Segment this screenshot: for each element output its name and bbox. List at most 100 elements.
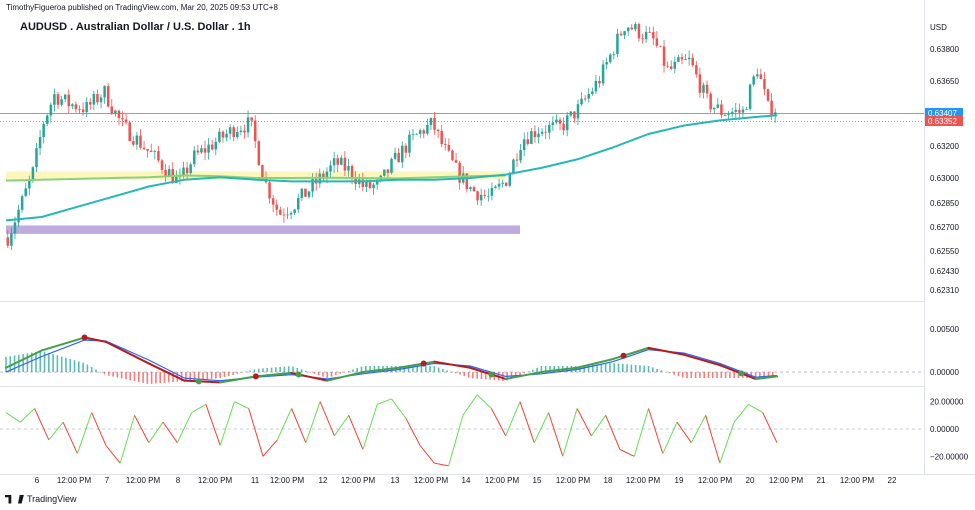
candle <box>268 180 271 204</box>
macd-histogram-bar <box>660 370 663 373</box>
chart-title: AUDUSD . Australian Dollar / U.S. Dollar… <box>20 21 251 33</box>
candle-body <box>501 182 504 184</box>
candle-body <box>307 191 311 197</box>
macd-histogram-bar <box>125 372 127 380</box>
candle <box>85 97 88 118</box>
macd-histogram-bar <box>309 372 311 373</box>
candle-body <box>304 188 307 197</box>
candle-body <box>214 141 218 150</box>
candle <box>422 128 426 139</box>
macd-histogram-bar <box>52 354 54 373</box>
candle <box>451 149 454 162</box>
candle <box>741 106 745 118</box>
macd-histogram-bar <box>519 372 521 376</box>
candle-body <box>759 74 763 80</box>
candle <box>497 178 501 190</box>
price-tick-label: 0.62700 <box>930 223 959 232</box>
candle-body <box>519 150 522 161</box>
currency-label: USD <box>930 23 947 32</box>
macd-histogram-bar <box>502 372 504 381</box>
candle <box>544 125 547 140</box>
trading-chart[interactable]: 0.638000.636500.635000.632000.630000.628… <box>0 0 975 510</box>
macd-cross-dot <box>295 371 302 378</box>
candle <box>397 148 400 163</box>
oscillator-segment <box>276 408 293 441</box>
macd-histogram-bar <box>335 372 337 376</box>
candle <box>551 116 555 131</box>
candle <box>501 179 504 188</box>
candle-body <box>418 130 422 134</box>
candle <box>42 121 45 144</box>
time-tick-label: 12:00 PM <box>485 476 520 485</box>
oscillator-segment <box>548 412 564 457</box>
macd-histogram-bar <box>262 368 264 373</box>
candle-body <box>580 98 583 105</box>
candle-body <box>426 124 429 134</box>
candle <box>576 99 580 125</box>
macd-histogram-bar <box>48 352 50 373</box>
price-tick-label: 0.63650 <box>930 77 959 86</box>
candle <box>644 25 648 43</box>
candle <box>766 88 770 103</box>
candle-body <box>673 61 677 69</box>
macd-histogram-bar <box>703 372 705 379</box>
candle-body <box>139 135 142 148</box>
candle-body <box>634 24 637 30</box>
candle-body <box>469 187 472 190</box>
candle-body <box>558 119 562 124</box>
candle-body <box>96 93 99 103</box>
macd-histogram-bar <box>600 363 603 373</box>
macd-line-segment <box>183 379 222 384</box>
candle-body <box>662 46 666 66</box>
macd-histogram-bar <box>240 372 243 373</box>
candle-body <box>591 91 594 94</box>
candle <box>203 140 207 161</box>
candle-body <box>626 27 630 32</box>
candle <box>619 30 623 37</box>
candle <box>53 88 56 112</box>
candle <box>515 153 519 168</box>
macd-histogram-bar <box>527 371 530 373</box>
macd-histogram-bar <box>613 363 616 373</box>
macd-cross-dot <box>252 373 259 380</box>
candles <box>6 21 777 250</box>
candle-body <box>401 145 404 163</box>
candle-body <box>20 196 24 210</box>
tradingview-brand[interactable]: TradingView <box>5 494 77 504</box>
macd-histogram-bar <box>236 372 239 374</box>
macd-histogram-bar <box>420 366 423 373</box>
candle <box>132 136 135 147</box>
candle <box>146 149 149 158</box>
oscillator-segment <box>305 401 321 443</box>
macd-histogram-bar <box>163 372 166 383</box>
candle-body <box>476 191 479 201</box>
candle-body <box>193 150 196 165</box>
macd-histogram-bar <box>103 372 106 375</box>
candle <box>648 26 651 34</box>
candle-body <box>451 150 454 161</box>
candle <box>236 126 239 140</box>
candle <box>745 106 748 110</box>
candle-body <box>153 151 157 152</box>
candle-body <box>293 209 296 213</box>
candle <box>124 113 128 125</box>
macd-histogram-bar <box>472 372 474 379</box>
oscillator-segment <box>462 394 478 416</box>
candle <box>114 109 117 117</box>
macd-histogram-bar <box>206 372 209 380</box>
candle-body <box>45 115 49 124</box>
candle <box>60 96 63 107</box>
candle-body <box>605 62 608 65</box>
candle <box>257 140 261 166</box>
macd-histogram-bar <box>266 368 269 373</box>
candle-body <box>372 184 375 189</box>
oscillator-segment <box>234 401 249 409</box>
candle <box>680 53 684 65</box>
candle <box>479 188 483 206</box>
candle-body <box>569 111 573 116</box>
candle <box>623 30 626 39</box>
macd-histogram-bar <box>467 372 470 378</box>
candle <box>307 190 311 199</box>
candle <box>709 91 712 113</box>
candle-body <box>397 152 400 163</box>
